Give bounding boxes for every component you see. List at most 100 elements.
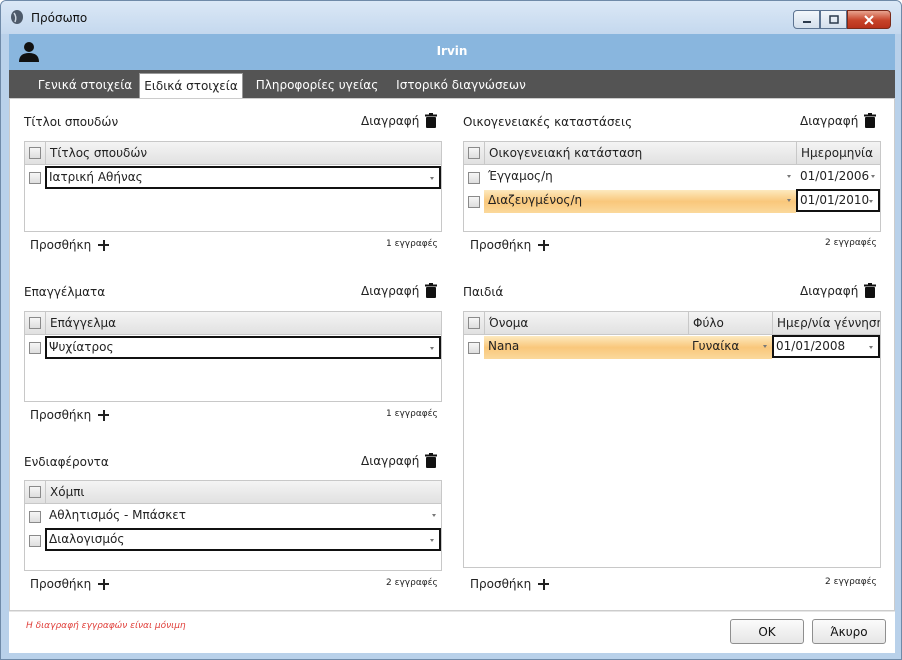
children-grid: Όνομα Φύλο Ημερ/νία γέννησης Nana Γυναίκ…	[463, 311, 881, 568]
marital-status-cell[interactable]: Έγγαμος/η	[484, 166, 796, 189]
select-all-checkbox[interactable]	[468, 147, 480, 159]
close-icon	[864, 14, 874, 25]
marital-add-button[interactable]: Προσθήκη	[470, 238, 550, 252]
cancel-button[interactable]: Άκυρο	[812, 619, 886, 644]
grid-header: Χόμπι	[25, 481, 441, 504]
column-header: Οικογενειακή κατάσταση	[484, 142, 796, 165]
dropdown-arrow-icon	[430, 539, 434, 542]
dialog-footer: Η διαγραφή εγγραφών είναι μόνιμη OK Άκυρ…	[9, 611, 895, 653]
marital-status-value: Διαζευγμένος/η	[488, 193, 583, 207]
person-name: Irvin	[436, 44, 468, 58]
grid-header: Όνομα Φύλο Ημερ/νία γέννησης	[464, 312, 880, 335]
grid-header: Οικογενειακή κατάσταση Ημερομηνία	[464, 142, 880, 165]
plus-icon	[538, 239, 550, 251]
dropdown-arrow-icon	[763, 345, 767, 348]
row-checkbox[interactable]	[468, 196, 480, 208]
select-all-checkbox[interactable]	[29, 317, 41, 329]
trash-icon	[425, 113, 438, 128]
dropdown-arrow-icon	[432, 514, 436, 517]
interest-cell[interactable]: Διαλογισμός	[45, 528, 441, 551]
grid-header: Τίτλος σπουδών	[25, 142, 441, 165]
profession-value: Ψυχίατρος	[49, 340, 114, 354]
children-add-button[interactable]: Προσθήκη	[470, 577, 550, 591]
degree-cell[interactable]: Ιατρική Αθήνας	[45, 166, 441, 189]
interest-value: Διαλογισμός	[49, 532, 125, 546]
maximize-button[interactable]	[820, 10, 847, 29]
dropdown-arrow-icon	[871, 175, 875, 178]
row-checkbox[interactable]	[468, 172, 480, 184]
trash-icon	[864, 283, 877, 298]
tab-special[interactable]: Ειδικά στοιχεία	[139, 73, 243, 98]
special-info-panel: Τίτλοι σπουδών Διαγραφή Τίτλος σπουδών Ι…	[9, 98, 895, 611]
tab-diagnoses-history[interactable]: Ιστορικό διαγνώσεων	[391, 73, 531, 98]
degrees-count: 1 εγγραφές	[386, 239, 438, 249]
dropdown-arrow-icon	[787, 199, 791, 202]
row-checkbox[interactable]	[29, 511, 41, 523]
row-checkbox[interactable]	[29, 172, 41, 184]
interest-cell[interactable]: Αθλητισμός - Μπάσκετ	[45, 505, 441, 528]
marital-title: Οικογενειακές καταστάσεις	[463, 115, 633, 129]
column-header: Χόμπι	[45, 481, 441, 504]
profession-cell[interactable]: Ψυχίατρος	[45, 336, 441, 359]
professions-grid: Επάγγελμα Ψυχίατρος	[24, 311, 442, 402]
date-cell[interactable]: 01/01/2006	[796, 166, 880, 189]
delete-label: Διαγραφή	[800, 113, 859, 128]
add-label: Προσθήκη	[30, 577, 92, 591]
marital-delete-button[interactable]: Διαγραφή	[800, 113, 877, 128]
plus-icon	[98, 409, 110, 421]
add-label: Προσθήκη	[470, 577, 532, 591]
tab-general[interactable]: Γενικά στοιχεία	[25, 73, 145, 98]
close-button[interactable]	[847, 10, 891, 29]
date-cell[interactable]: 01/01/2010	[796, 189, 880, 212]
children-delete-button[interactable]: Διαγραφή	[800, 283, 877, 298]
degree-value: Ιατρική Αθήνας	[49, 170, 143, 184]
delete-label: Διαγραφή	[361, 453, 420, 468]
row-checkbox[interactable]	[29, 535, 41, 547]
interests-delete-button[interactable]: Διαγραφή	[361, 453, 438, 468]
add-label: Προσθήκη	[30, 408, 92, 422]
marital-status-cell[interactable]: Διαζευγμένος/η	[484, 190, 796, 213]
maximize-icon	[828, 15, 839, 24]
select-all-checkbox[interactable]	[29, 147, 41, 159]
degrees-add-button[interactable]: Προσθήκη	[30, 238, 110, 252]
title-bar[interactable]: Πρόσωπο	[1, 1, 901, 34]
permanent-delete-warning: Η διαγραφή εγγραφών είναι μόνιμη	[26, 621, 186, 631]
trash-icon	[425, 453, 438, 468]
child-name-cell[interactable]: Nana	[484, 336, 688, 359]
child-gender-value: Γυναίκα	[692, 339, 740, 353]
marital-status-value: Έγγαμος/η	[488, 169, 553, 183]
select-all-checkbox[interactable]	[29, 486, 41, 498]
marital-grid: Οικογενειακή κατάσταση Ημερομηνία Έγγαμο…	[463, 141, 881, 232]
add-label: Προσθήκη	[470, 238, 532, 252]
plus-icon	[98, 239, 110, 251]
column-header: Φύλο	[688, 312, 772, 335]
row-checkbox[interactable]	[468, 342, 480, 354]
child-gender-cell[interactable]: Γυναίκα	[688, 336, 772, 359]
dropdown-arrow-icon	[430, 177, 434, 180]
minimize-button[interactable]	[793, 10, 820, 29]
professions-add-button[interactable]: Προσθήκη	[30, 408, 110, 422]
interest-value: Αθλητισμός - Μπάσκετ	[49, 508, 187, 522]
professions-title: Επαγγέλματα	[24, 285, 106, 299]
delete-label: Διαγραφή	[361, 113, 420, 128]
plus-icon	[98, 578, 110, 590]
child-name-value: Nana	[488, 339, 520, 353]
select-all-checkbox[interactable]	[468, 317, 480, 329]
column-header: Ημερομηνία	[796, 142, 880, 165]
row-checkbox[interactable]	[29, 342, 41, 354]
trash-icon	[425, 283, 438, 298]
interests-add-button[interactable]: Προσθήκη	[30, 577, 110, 591]
tab-health[interactable]: Πληροφορίες υγείας	[251, 73, 383, 98]
child-birthdate-cell[interactable]: 01/01/2008	[772, 335, 880, 358]
ok-button[interactable]: OK	[730, 619, 804, 644]
professions-delete-button[interactable]: Διαγραφή	[361, 283, 438, 298]
grid-header: Επάγγελμα	[25, 312, 441, 335]
app-icon	[11, 10, 23, 24]
column-header: Όνομα	[484, 312, 688, 335]
delete-label: Διαγραφή	[361, 283, 420, 298]
interests-grid: Χόμπι Αθλητισμός - Μπάσκετ Διαλογισμός	[24, 480, 442, 571]
degrees-delete-button[interactable]: Διαγραφή	[361, 113, 438, 128]
delete-label: Διαγραφή	[800, 283, 859, 298]
column-header: Ημερ/νία γέννησης	[772, 312, 880, 335]
column-header: Τίτλος σπουδών	[45, 142, 441, 165]
